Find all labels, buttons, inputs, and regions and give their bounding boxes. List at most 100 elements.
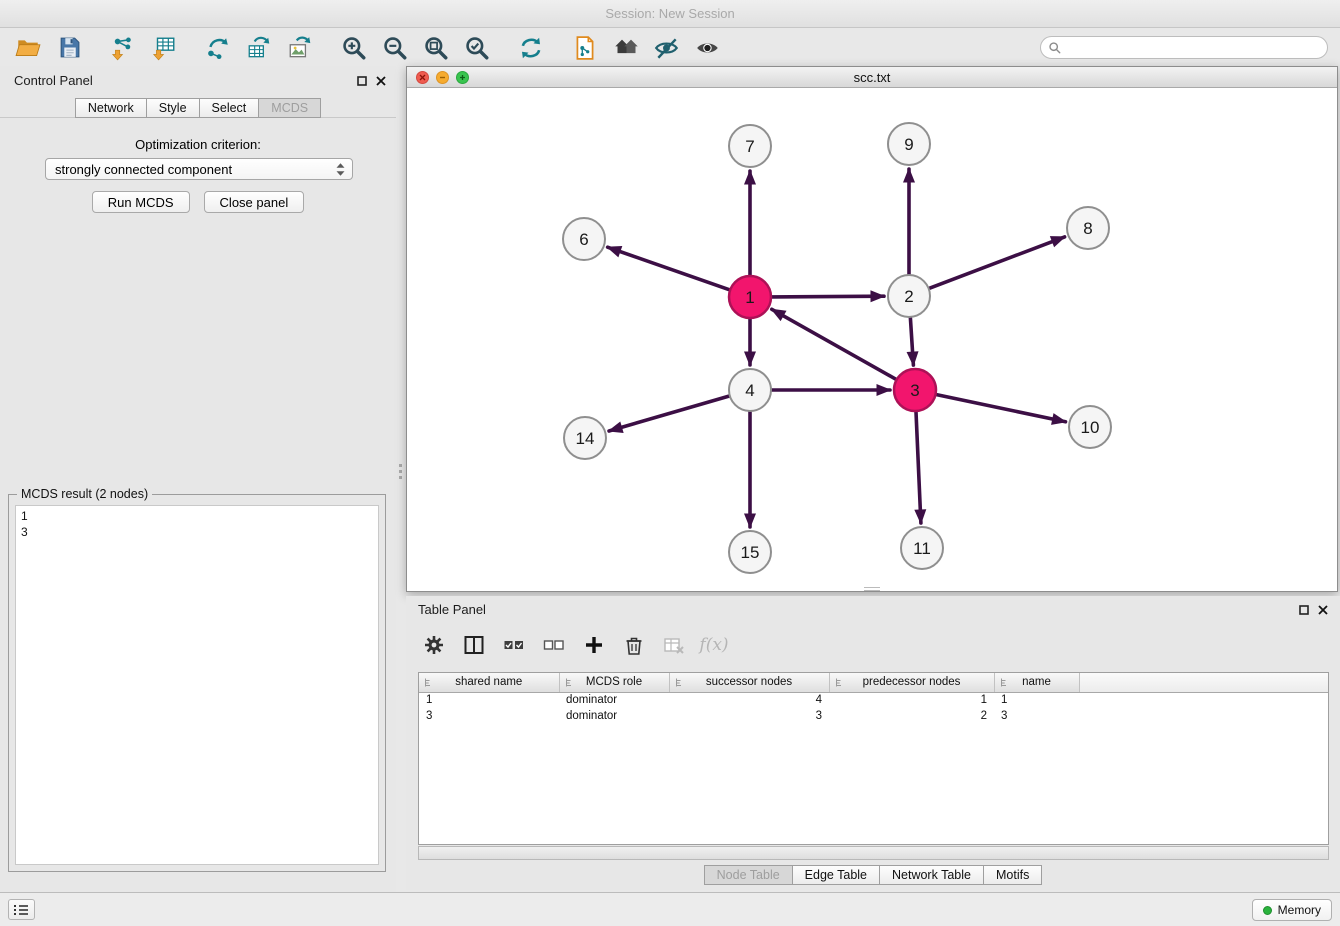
tab-network[interactable]: Network — [75, 98, 147, 118]
table-row[interactable]: 3dominator323 — [419, 708, 1328, 724]
graph-node-14[interactable]: 14 — [564, 417, 606, 459]
delete-table-icon — [663, 634, 685, 656]
function-builder-button[interactable]: f(x) — [702, 633, 726, 657]
window-zoom-button[interactable] — [456, 71, 469, 84]
close-table-panel-button[interactable] — [1318, 602, 1328, 620]
table-settings-button[interactable] — [422, 633, 446, 657]
search-input[interactable] — [1067, 41, 1320, 55]
dropdown-arrows-icon — [335, 162, 346, 177]
edge-1-2[interactable] — [772, 296, 884, 297]
edge-3-1[interactable] — [772, 309, 896, 379]
edge-1-6[interactable] — [608, 247, 730, 290]
graph-node-3[interactable]: 3 — [894, 369, 936, 411]
save-disk-icon — [57, 35, 82, 60]
delete-table-button[interactable] — [662, 633, 686, 657]
control-panel-title: Control Panel — [14, 73, 93, 88]
graph-node-7[interactable]: 7 — [729, 125, 771, 167]
select-all-button[interactable] — [502, 633, 526, 657]
edge-2-8[interactable] — [930, 237, 1065, 288]
graphics-details-button[interactable] — [569, 32, 601, 64]
tab-select[interactable]: Select — [199, 98, 260, 118]
tab-edge-table[interactable]: Edge Table — [792, 865, 880, 885]
window-close-button[interactable] — [416, 71, 429, 84]
home-button[interactable] — [610, 32, 642, 64]
optimization-criterion-value: strongly connected component — [55, 162, 335, 177]
tab-node-table[interactable]: Node Table — [704, 865, 793, 885]
optimization-criterion-select[interactable]: strongly connected component — [45, 158, 353, 180]
zoom-out-icon — [382, 35, 408, 61]
table-row[interactable]: 1dominator411 — [419, 692, 1328, 708]
float-table-panel-button[interactable] — [1299, 602, 1309, 620]
search-box[interactable] — [1040, 36, 1328, 59]
add-column-button[interactable] — [582, 633, 606, 657]
vertical-splitter[interactable] — [396, 66, 406, 892]
show-hide-style-button[interactable] — [651, 32, 683, 64]
graph-node-4[interactable]: 4 — [729, 369, 771, 411]
zoom-out-button[interactable] — [379, 32, 411, 64]
zoom-fit-button[interactable] — [420, 32, 452, 64]
tab-style[interactable]: Style — [146, 98, 200, 118]
run-mcds-button[interactable]: Run MCDS — [92, 191, 190, 213]
open-file-button[interactable] — [12, 32, 44, 64]
window-minimize-button[interactable] — [436, 71, 449, 84]
cell-successor-nodes[interactable]: 4 — [669, 692, 829, 708]
export-image-icon — [287, 35, 313, 61]
graph-node-2[interactable]: 2 — [888, 275, 930, 317]
column-visibility-button[interactable] — [462, 633, 486, 657]
tab-mcds[interactable]: MCDS — [258, 98, 321, 118]
export-network-button[interactable] — [202, 32, 234, 64]
mcds-result-list[interactable]: 13 — [15, 505, 379, 865]
cell-successor-nodes[interactable]: 3 — [669, 708, 829, 724]
graph-node-1[interactable]: 1 — [729, 276, 771, 318]
cell-predecessor-nodes[interactable]: 1 — [829, 692, 994, 708]
show-hide-view-button[interactable] — [692, 32, 724, 64]
graph-node-15[interactable]: 15 — [729, 531, 771, 573]
edge-2-3[interactable] — [910, 318, 913, 365]
graph-node-8[interactable]: 8 — [1067, 207, 1109, 249]
network-canvas[interactable]: 7 9 6 8 1 2 4 3 14 10 15 11 — [407, 88, 1337, 591]
graph-node-6[interactable]: 6 — [563, 218, 605, 260]
import-table-button[interactable] — [148, 32, 180, 64]
save-session-button[interactable] — [53, 32, 85, 64]
column-header-name[interactable]: name — [994, 673, 1079, 692]
show-task-history-button[interactable] — [8, 899, 35, 920]
edge-3-10[interactable] — [937, 395, 1066, 422]
column-header-mcds-role[interactable]: MCDS role — [559, 673, 669, 692]
cell-shared-name[interactable]: 1 — [419, 692, 559, 708]
zoom-selected-button[interactable] — [461, 32, 493, 64]
graph-node-9[interactable]: 9 — [888, 123, 930, 165]
cell-shared-name[interactable]: 3 — [419, 708, 559, 724]
cell-predecessor-nodes[interactable]: 2 — [829, 708, 994, 724]
cell-name[interactable]: 1 — [994, 692, 1079, 708]
result-line: 3 — [21, 524, 373, 540]
cell-name[interactable]: 3 — [994, 708, 1079, 724]
network-window-title: scc.txt — [854, 70, 891, 85]
float-panel-button[interactable] — [357, 73, 367, 91]
graph-node-11[interactable]: 11 — [901, 527, 943, 569]
zoom-in-button[interactable] — [338, 32, 370, 64]
network-window-titlebar[interactable]: scc.txt — [407, 67, 1337, 88]
export-image-button[interactable] — [284, 32, 316, 64]
column-header-successor-nodes[interactable]: successor nodes — [669, 673, 829, 692]
tab-network-table[interactable]: Network Table — [879, 865, 984, 885]
horizontal-scrollbar[interactable] — [418, 846, 1329, 860]
tab-motifs[interactable]: Motifs — [983, 865, 1042, 885]
column-header-predecessor-nodes[interactable]: predecessor nodes — [829, 673, 994, 692]
graph-node-10[interactable]: 10 — [1069, 406, 1111, 448]
close-panel-button[interactable] — [376, 73, 386, 91]
memory-button[interactable]: Memory — [1252, 899, 1332, 921]
export-table-button[interactable] — [243, 32, 275, 64]
cell-mcds-role[interactable]: dominator — [559, 708, 669, 724]
import-network-button[interactable] — [107, 32, 139, 64]
cell-mcds-role[interactable]: dominator — [559, 692, 669, 708]
refresh-icon — [518, 35, 544, 61]
edge-4-14[interactable] — [609, 396, 729, 431]
edge-3-11[interactable] — [916, 412, 921, 523]
refresh-view-button[interactable] — [515, 32, 547, 64]
sort-icon — [423, 677, 434, 691]
window-resize-grip[interactable] — [864, 587, 880, 591]
close-panel-action-button[interactable]: Close panel — [204, 191, 305, 213]
delete-column-button[interactable] — [622, 633, 646, 657]
column-header-shared-name[interactable]: shared name — [419, 673, 559, 692]
deselect-all-button[interactable] — [542, 633, 566, 657]
